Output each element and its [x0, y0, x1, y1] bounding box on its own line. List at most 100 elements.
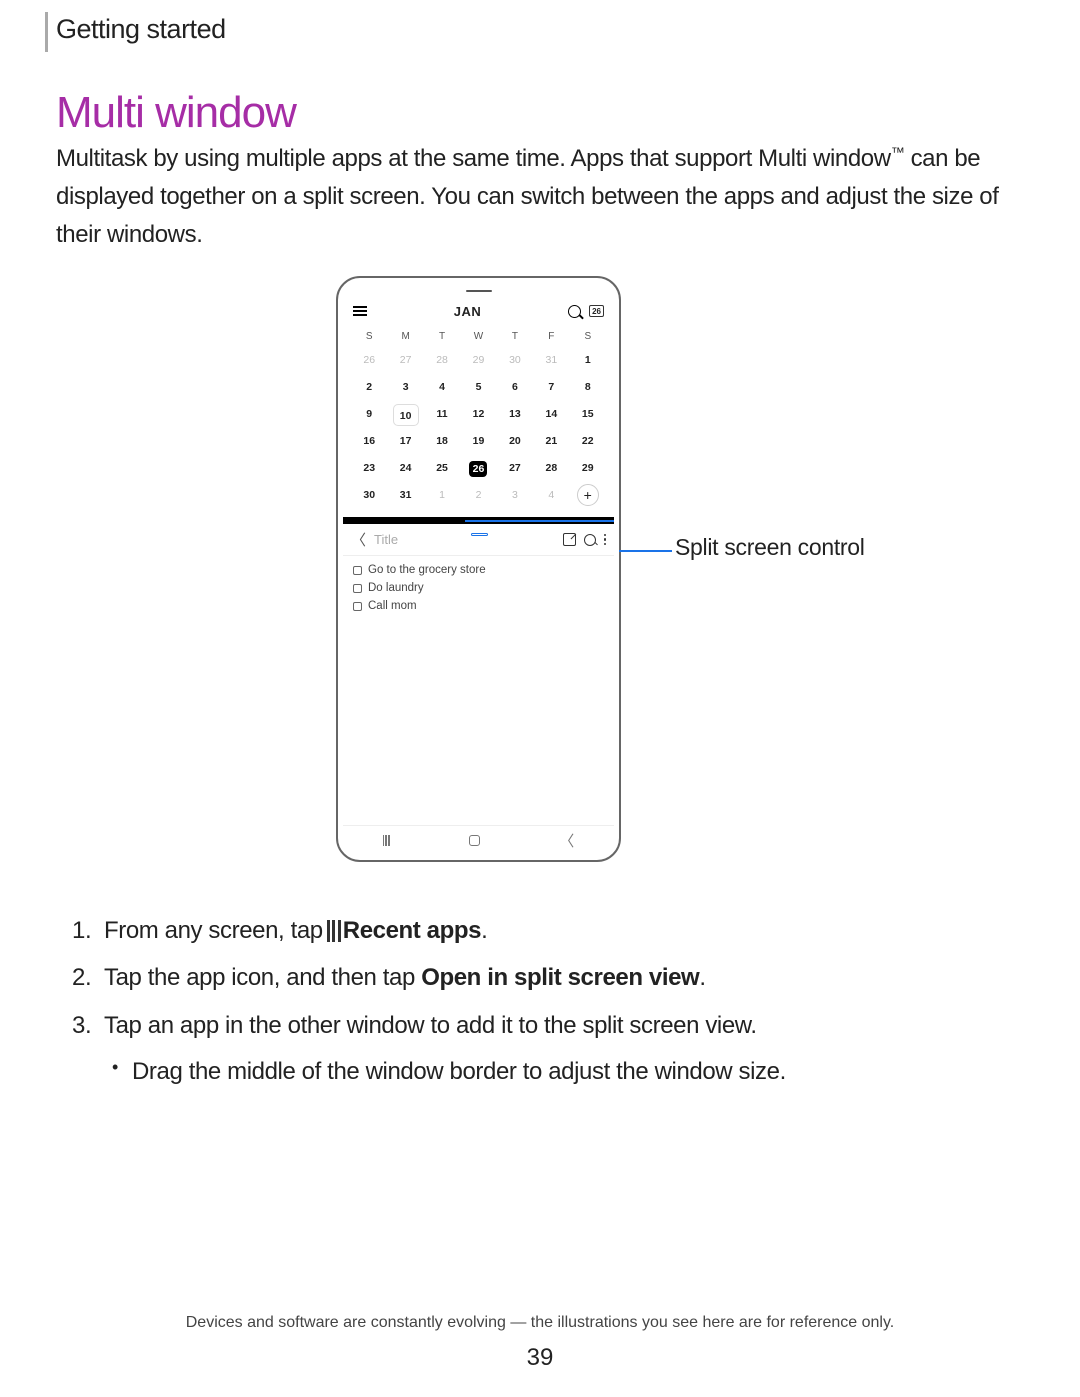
- period: .: [699, 964, 705, 991]
- calendar-cell: 25: [424, 455, 460, 482]
- calendar-cell: 1: [570, 347, 606, 374]
- calendar-cell: 7: [533, 374, 569, 401]
- calendar-cell: 22: [570, 428, 606, 455]
- hamburger-icon: [353, 306, 367, 316]
- calendar-cell: 2: [351, 374, 387, 401]
- checkbox-icon: [353, 584, 362, 593]
- phone-screen: JAN 26 S M T W T F S 2627282930311234567…: [343, 283, 614, 855]
- calendar-cell: 27: [497, 455, 533, 482]
- step-3: Tap an app in the other window to add it…: [72, 1007, 1012, 1092]
- calendar-cell: 30: [497, 347, 533, 374]
- recent-apps-icon: [383, 835, 390, 846]
- more-icon: [604, 534, 607, 545]
- calendar-cell: +: [570, 482, 606, 509]
- phone-illustration: JAN 26 S M T W T F S 2627282930311234567…: [336, 276, 621, 862]
- intro-text-1: Multitask by using multiple apps at the …: [56, 145, 891, 172]
- calendar-cell: 4: [424, 374, 460, 401]
- calendar-cell: 29: [570, 455, 606, 482]
- calendar-cell: 11: [424, 401, 460, 428]
- note-text: Call mom: [368, 598, 417, 616]
- calendar-cell: 8: [570, 374, 606, 401]
- intro-paragraph: Multitask by using multiple apps at the …: [56, 140, 1016, 254]
- notes-topbar: 〈 Title: [343, 524, 614, 556]
- calendar-cell: 27: [387, 347, 423, 374]
- calendar-cell: 1: [424, 482, 460, 509]
- calendar-cell: 19: [460, 428, 496, 455]
- calendar-cell: 17: [387, 428, 423, 455]
- calendar-cell: 31: [387, 482, 423, 509]
- checkbox-icon: [353, 566, 362, 575]
- footer-note: Devices and software are constantly evol…: [0, 1314, 1080, 1332]
- recent-apps-icon: [327, 920, 341, 942]
- note-text: Do laundry: [368, 580, 424, 598]
- callout-connector-top: [465, 520, 614, 522]
- calendar-cell: 23: [351, 455, 387, 482]
- calendar-cell: 10: [387, 401, 423, 428]
- calendar-cell: 20: [497, 428, 533, 455]
- calendar-cell: 15: [570, 401, 606, 428]
- callout-label: Split screen control: [675, 534, 865, 561]
- calendar-cell: 14: [533, 401, 569, 428]
- dow-cell: T: [424, 331, 460, 342]
- dow-cell: S: [570, 331, 606, 342]
- home-icon: [469, 835, 480, 846]
- note-item: Go to the grocery store: [353, 562, 604, 580]
- dow-cell: T: [497, 331, 533, 342]
- calendar-cell: 5: [460, 374, 496, 401]
- calendar-cell: 30: [351, 482, 387, 509]
- dow-cell: M: [387, 331, 423, 342]
- calendar-row: 9101112131415: [351, 401, 606, 428]
- calendar-cell: 4: [533, 482, 569, 509]
- calendar-cell: 3: [387, 374, 423, 401]
- calendar-cell: 6: [497, 374, 533, 401]
- calendar-cell: 28: [533, 455, 569, 482]
- notes-title-placeholder: Title: [374, 532, 554, 547]
- step-text: From any screen, tap: [104, 917, 323, 944]
- steps-list: From any screen, tap Recent apps. Tap the…: [72, 912, 1012, 1101]
- dow-cell: S: [351, 331, 387, 342]
- calendar-month: JAN: [367, 304, 568, 319]
- drag-handle-top: [343, 283, 614, 293]
- notes-body: Go to the grocery store Do laundry Call …: [343, 556, 614, 825]
- step-text: Tap an app in the other window to add it…: [104, 1012, 757, 1039]
- calendar-cell: 16: [351, 428, 387, 455]
- checkbox-icon: [353, 602, 362, 611]
- calendar-cell: 18: [424, 428, 460, 455]
- calendar-topbar: JAN 26: [343, 293, 614, 329]
- recent-apps-label: Recent apps: [343, 917, 481, 944]
- section-name: Getting started: [56, 14, 226, 45]
- edit-icon: [563, 533, 576, 546]
- calendar-row: 16171819202122: [351, 428, 606, 455]
- back-icon: 〈: [559, 830, 574, 851]
- calendar-cell: 26: [460, 455, 496, 482]
- calendar-row: 30311234+: [351, 482, 606, 509]
- today-badge: 26: [589, 305, 604, 317]
- calendar-cell: 24: [387, 455, 423, 482]
- page-title: Multi window: [56, 88, 296, 138]
- header-accent-line: [45, 12, 48, 52]
- calendar-dow-row: S M T W T F S: [351, 331, 606, 342]
- step-3-sub: Drag the middle of the window border to …: [132, 1053, 1012, 1091]
- calendar-cell: 21: [533, 428, 569, 455]
- split-view-label: Open in split screen view: [421, 964, 699, 991]
- calendar-cell: 9: [351, 401, 387, 428]
- period: .: [481, 917, 487, 944]
- calendar-row: 2627282930311: [351, 347, 606, 374]
- search-icon: [568, 305, 581, 318]
- step-1: From any screen, tap Recent apps.: [72, 912, 1012, 950]
- step-2: Tap the app icon, and then tap Open in s…: [72, 959, 1012, 997]
- add-event-button: +: [577, 484, 599, 506]
- callout-line: [619, 550, 672, 552]
- note-item: Do laundry: [353, 580, 604, 598]
- calendar-row: 2345678: [351, 374, 606, 401]
- note-item: Call mom: [353, 598, 604, 616]
- calendar-grid: S M T W T F S 26272829303112345678910111…: [343, 329, 614, 517]
- split-screen-divider: [343, 517, 614, 524]
- trademark-symbol: ™: [891, 144, 905, 160]
- calendar-cell: 29: [460, 347, 496, 374]
- calendar-cell: 31: [533, 347, 569, 374]
- note-text: Go to the grocery store: [368, 562, 486, 580]
- dow-cell: W: [460, 331, 496, 342]
- calendar-cell: 26: [351, 347, 387, 374]
- phone-navbar: 〈: [343, 825, 614, 855]
